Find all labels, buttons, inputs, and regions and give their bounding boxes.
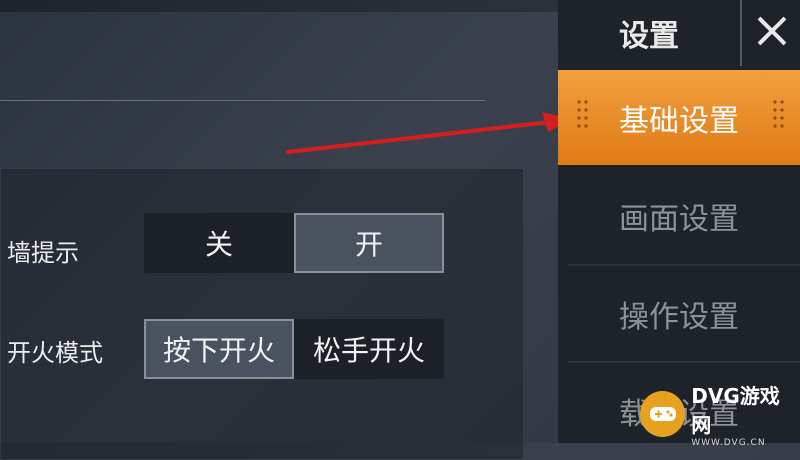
close-icon xyxy=(755,14,789,52)
section-divider xyxy=(0,100,485,101)
close-button[interactable] xyxy=(740,0,800,66)
gamepad-logo-icon xyxy=(640,391,686,437)
press-fire-button[interactable]: 按下开火 xyxy=(144,319,294,379)
wall-hint-label: 墙提示 xyxy=(7,239,79,267)
sidebar-item-basic-settings[interactable]: 基础设置 xyxy=(558,70,800,165)
sidebar-item-label: 操作设置 xyxy=(619,299,739,335)
sidebar-item-label: 基础设置 xyxy=(619,103,739,139)
watermark-title: DVG游戏网 xyxy=(691,384,780,437)
settings-panel: 墙提示 关 开 开火模式 按下开火 松手开火 xyxy=(0,168,524,460)
sidebar-item-label: 画面设置 xyxy=(619,201,739,237)
settings-sidebar: 设置 基础设置 画面设置 操作设置 载具设置 xyxy=(558,0,800,443)
release-fire-button[interactable]: 松手开火 xyxy=(294,319,444,379)
grip-dots-icon xyxy=(773,100,784,128)
grip-dots-icon xyxy=(577,100,588,128)
sidebar-item-control-settings[interactable]: 操作设置 xyxy=(558,266,800,361)
sidebar-title: 设置 xyxy=(619,19,679,54)
red-arrow-annotation xyxy=(286,112,572,154)
sidebar-item-display-settings[interactable]: 画面设置 xyxy=(558,168,800,263)
fire-mode-label: 开火模式 xyxy=(7,339,103,367)
wall-hint-off-button[interactable]: 关 xyxy=(144,213,294,273)
site-watermark: DVG游戏网 WWW.DVG.CN xyxy=(640,384,798,448)
wall-hint-on-button[interactable]: 开 xyxy=(294,213,444,273)
top-bar xyxy=(0,0,560,12)
watermark-url: WWW.DVG.CN xyxy=(691,438,766,448)
